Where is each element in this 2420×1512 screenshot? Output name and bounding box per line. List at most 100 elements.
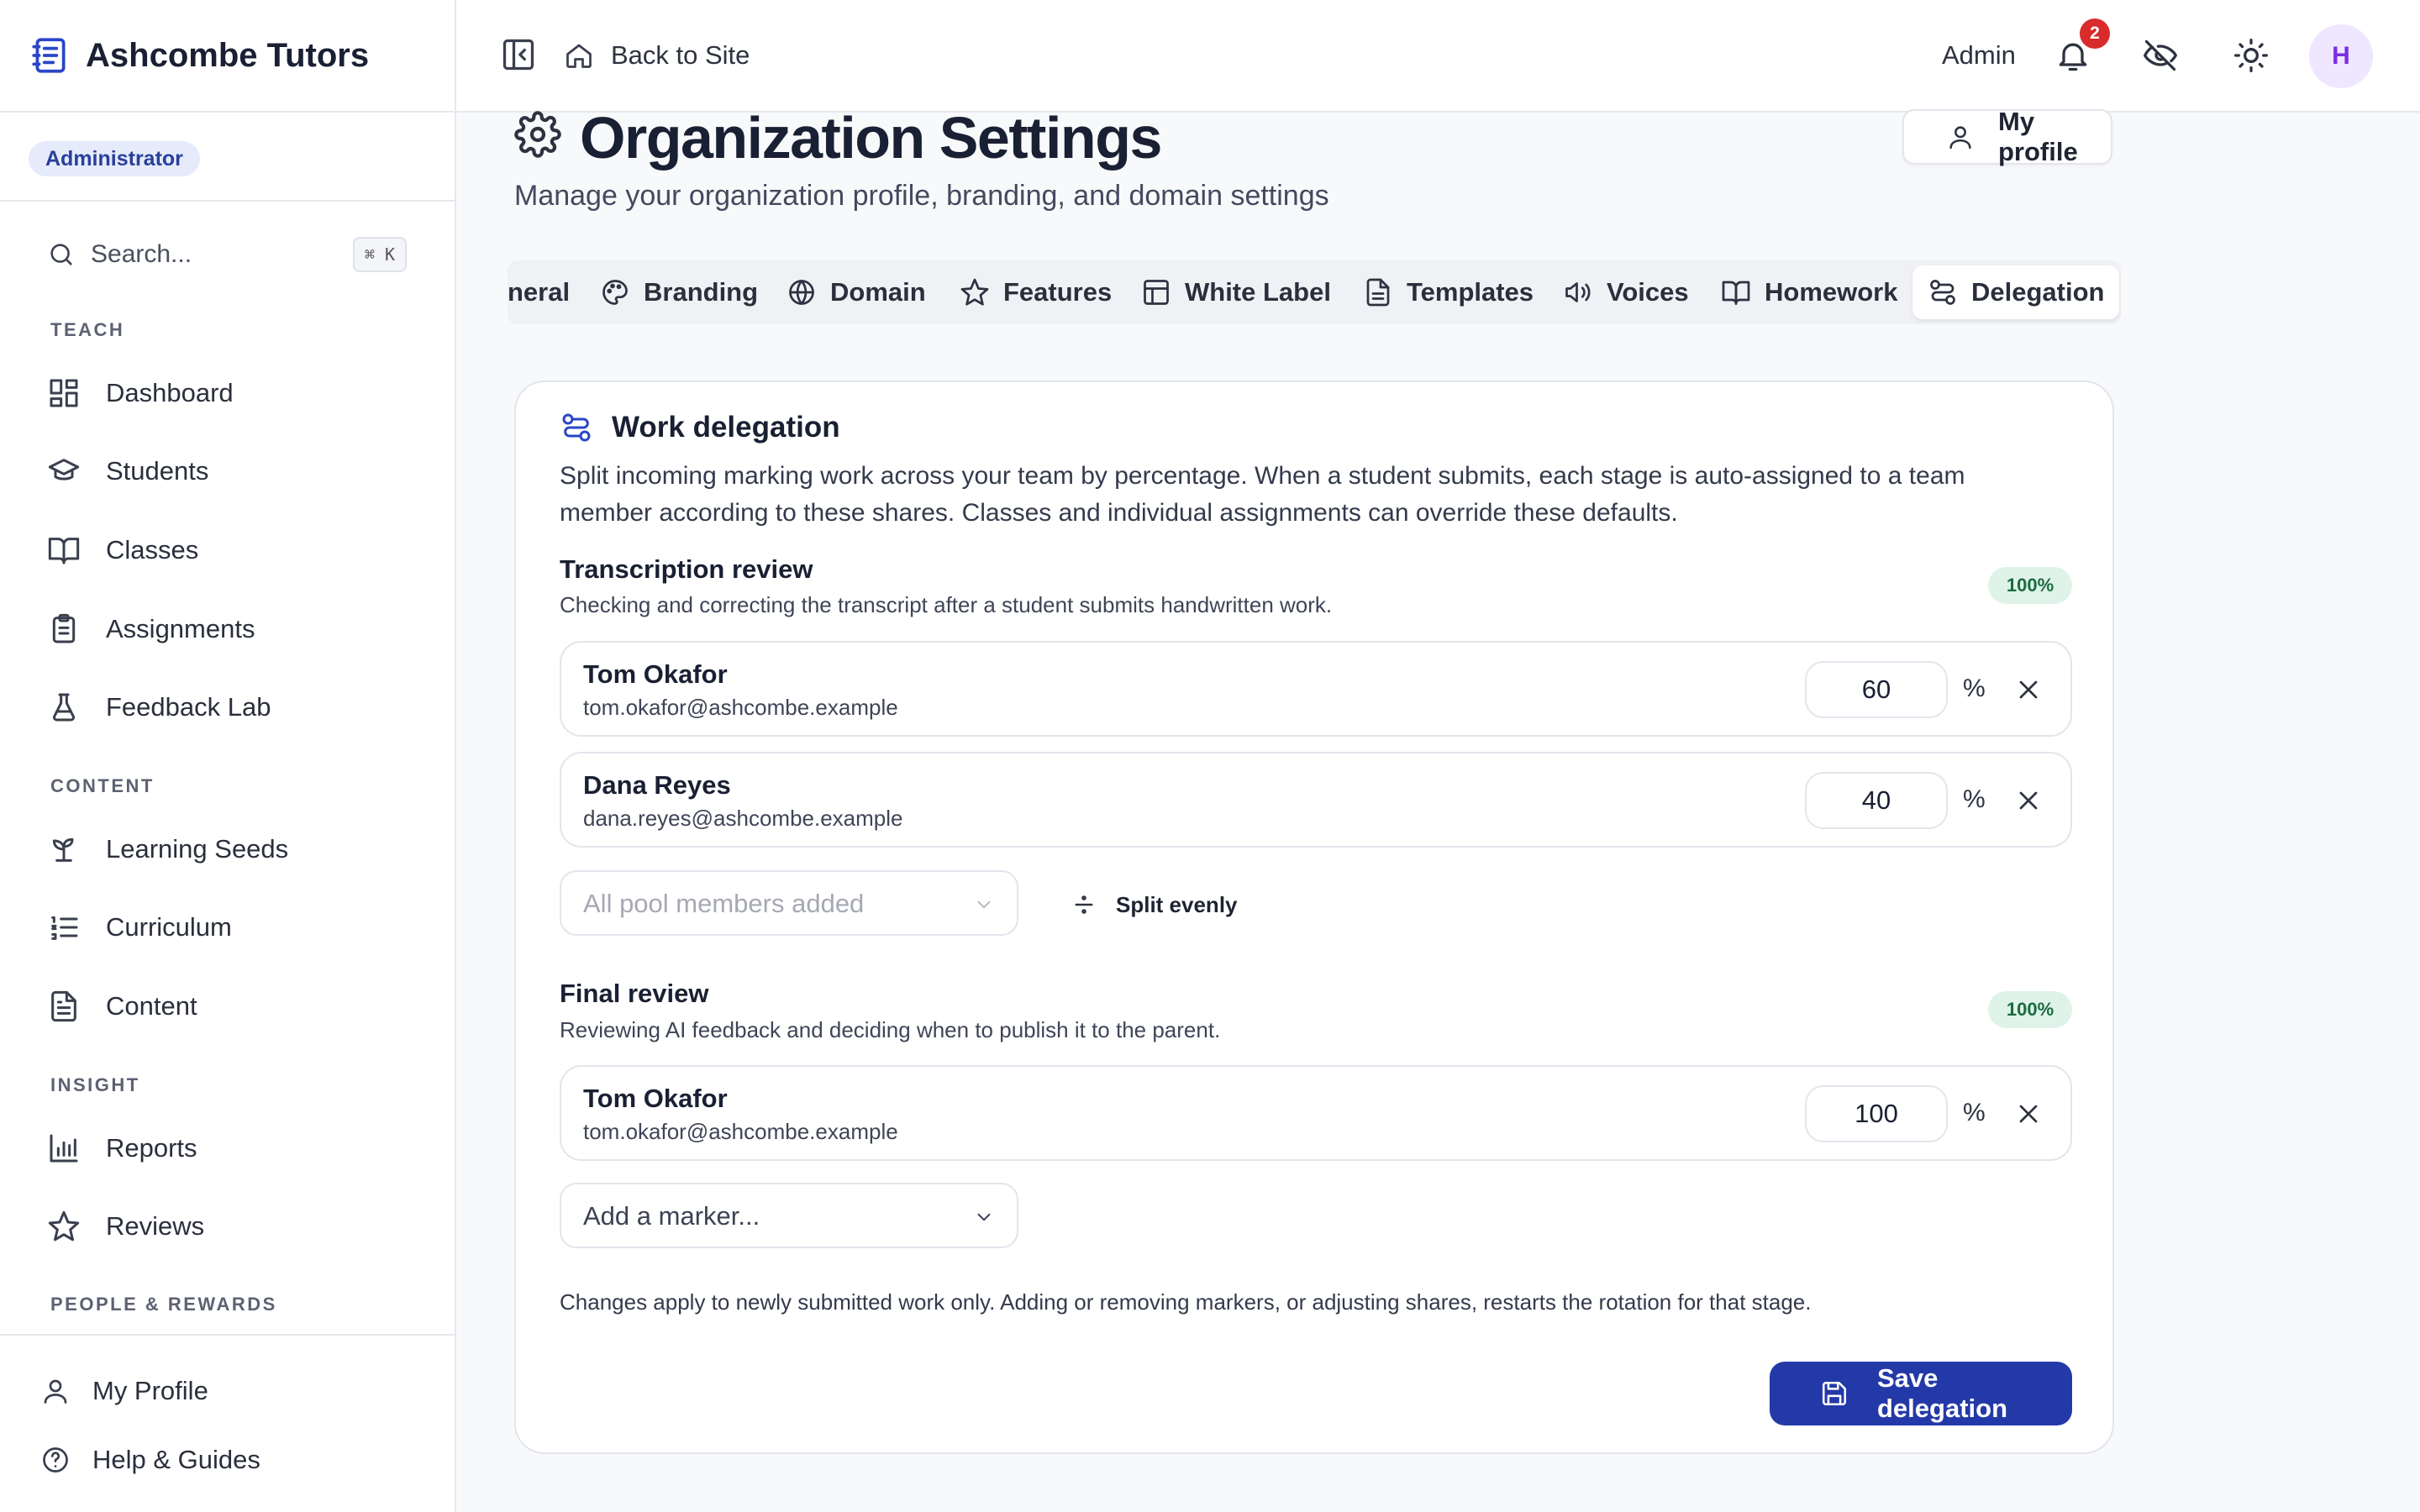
dashboard-icon — [47, 376, 81, 410]
select-value: All pool members added — [583, 889, 865, 918]
member-name: Dana Reyes — [583, 770, 731, 800]
sidebar-item-curriculum[interactable]: Curriculum — [47, 902, 417, 953]
bar-chart-icon — [47, 1131, 81, 1165]
sidebar-item-label: Classes — [106, 535, 199, 564]
sidebar-item-dashboard[interactable]: Dashboard — [47, 368, 417, 418]
section-label-teach: TEACH — [50, 319, 125, 340]
back-to-site-link[interactable]: Back to Site — [564, 34, 750, 77]
palette-icon — [600, 277, 630, 307]
member-row: Tom Okafor tom.okafor@ashcombe.example % — [560, 1065, 2072, 1161]
share-input[interactable] — [1805, 661, 1948, 718]
sidebar-item-feedback-lab[interactable]: Feedback Lab — [47, 682, 417, 732]
file-text-icon — [1363, 277, 1393, 307]
close-icon[interactable] — [2013, 675, 2044, 705]
search-placeholder: Search... — [91, 240, 192, 268]
sidebar-item-classes[interactable]: Classes — [47, 525, 417, 575]
sidebar-item-label: Learning Seeds — [106, 834, 289, 864]
page-subtitle: Manage your organization profile, brandi… — [514, 180, 1329, 212]
sidebar-item-reports[interactable]: Reports — [47, 1123, 417, 1173]
sidebar: Ashcombe Tutors Administrator Search... … — [0, 0, 456, 1512]
sidebar-item-label: My Profile — [92, 1376, 208, 1405]
save-delegation-button[interactable]: Save delegation — [1770, 1362, 2072, 1425]
tab-features[interactable]: Features — [960, 265, 1112, 319]
stage-description: Reviewing AI feedback and deciding when … — [560, 1017, 1221, 1042]
user-icon — [40, 1376, 71, 1406]
split-evenly-button[interactable]: Split evenly — [1052, 884, 1238, 926]
tab-homework[interactable]: Homework — [1721, 265, 1897, 319]
logo-icon — [29, 34, 71, 76]
tab-label: Voices — [1607, 277, 1689, 307]
card-header: Work delegation — [560, 411, 840, 444]
save-delegation-label: Save delegation — [1877, 1363, 2008, 1423]
add-marker-select[interactable]: Add a marker... — [560, 1183, 1018, 1248]
brand[interactable]: Ashcombe Tutors — [0, 0, 455, 113]
sidebar-item-label: Dashboard — [106, 378, 234, 407]
tab-label: Features — [1003, 277, 1113, 307]
sidebar-item-learning-seeds[interactable]: Learning Seeds — [47, 824, 417, 874]
member-row: Tom Okafor tom.okafor@ashcombe.example % — [560, 641, 2072, 737]
sidebar-item-content[interactable]: Content — [47, 981, 417, 1032]
stage-total-badge: 100% — [1988, 991, 2072, 1028]
search-icon — [47, 240, 76, 269]
sidebar-bottom: My Profile Help & Guides — [0, 1334, 455, 1512]
my-profile-button[interactable]: My profile — [1902, 107, 2112, 166]
globe-icon — [786, 277, 817, 307]
book-open-icon — [1721, 277, 1751, 307]
stage-description: Checking and correcting the transcript a… — [560, 592, 1333, 617]
card-title: Work delegation — [612, 411, 840, 444]
delegation-note: Changes apply to newly submitted work on… — [560, 1289, 1812, 1315]
tab-label: Templates — [1407, 277, 1534, 307]
sidebar-item-students[interactable]: Students — [47, 446, 417, 496]
tab-label: Branding — [644, 277, 759, 307]
save-icon — [1820, 1379, 1849, 1408]
close-icon[interactable] — [2013, 1099, 2044, 1129]
sidebar-item-label: Help & Guides — [92, 1445, 260, 1474]
layout-icon — [1141, 277, 1171, 307]
share-input[interactable] — [1805, 772, 1948, 829]
tab-delegation[interactable]: Delegation — [1912, 265, 2120, 319]
tab-voices[interactable]: Voices — [1563, 265, 1689, 319]
my-profile-label: My profile — [1998, 107, 2078, 166]
sun-icon[interactable] — [2233, 37, 2270, 74]
close-icon[interactable] — [2013, 785, 2044, 816]
user-icon — [1946, 123, 1975, 151]
percent-sign: % — [1963, 1099, 1986, 1126]
tab-white-label[interactable]: White Label — [1141, 265, 1331, 319]
gear-icon — [514, 111, 561, 158]
admin-label[interactable]: Admin — [1942, 40, 2016, 71]
sidebar-item-reviews[interactable]: Reviews — [47, 1201, 417, 1252]
tab-branding[interactable]: Branding — [600, 265, 758, 319]
stage-total-badge: 100% — [1988, 567, 2072, 604]
tab-general[interactable]: neral — [508, 265, 570, 319]
percent-sign: % — [1963, 675, 1986, 702]
settings-tabs: neral Branding Domain Features White Lab… — [508, 260, 2121, 324]
section-label-people-rewards: PEOPLE & REWARDS — [50, 1294, 277, 1315]
sidebar-item-label: Assignments — [106, 614, 255, 643]
member-name: Tom Okafor — [583, 1084, 728, 1113]
tab-domain[interactable]: Domain — [786, 265, 926, 319]
role-badge: Administrator — [29, 141, 200, 176]
home-icon — [564, 40, 594, 71]
brand-name: Ashcombe Tutors — [86, 36, 370, 74]
flask-icon — [47, 690, 81, 724]
tab-templates[interactable]: Templates — [1363, 265, 1534, 319]
tab-label: White Label — [1185, 277, 1331, 307]
sidebar-toggle-icon[interactable] — [500, 36, 537, 73]
section-label-insight: INSIGHT — [50, 1074, 140, 1095]
divide-icon — [1071, 891, 1097, 918]
star-icon — [47, 1210, 81, 1243]
add-marker-select[interactable]: All pool members added — [560, 870, 1018, 936]
eye-off-icon[interactable] — [2142, 37, 2179, 74]
share-input[interactable] — [1805, 1085, 1948, 1142]
sidebar-item-my-profile[interactable]: My Profile — [40, 1366, 208, 1416]
sidebar-item-help[interactable]: Help & Guides — [40, 1435, 260, 1485]
volume-icon — [1563, 277, 1593, 307]
list-ordered-icon — [47, 911, 81, 944]
member-name: Tom Okafor — [583, 659, 728, 689]
sidebar-item-assignments[interactable]: Assignments — [47, 604, 417, 654]
sidebar-item-label: Feedback Lab — [106, 692, 271, 722]
avatar[interactable]: H — [2309, 24, 2373, 88]
graduation-cap-icon — [47, 454, 81, 488]
help-circle-icon — [40, 1445, 71, 1475]
sidebar-search[interactable]: Search... ⌘ K — [47, 234, 407, 276]
